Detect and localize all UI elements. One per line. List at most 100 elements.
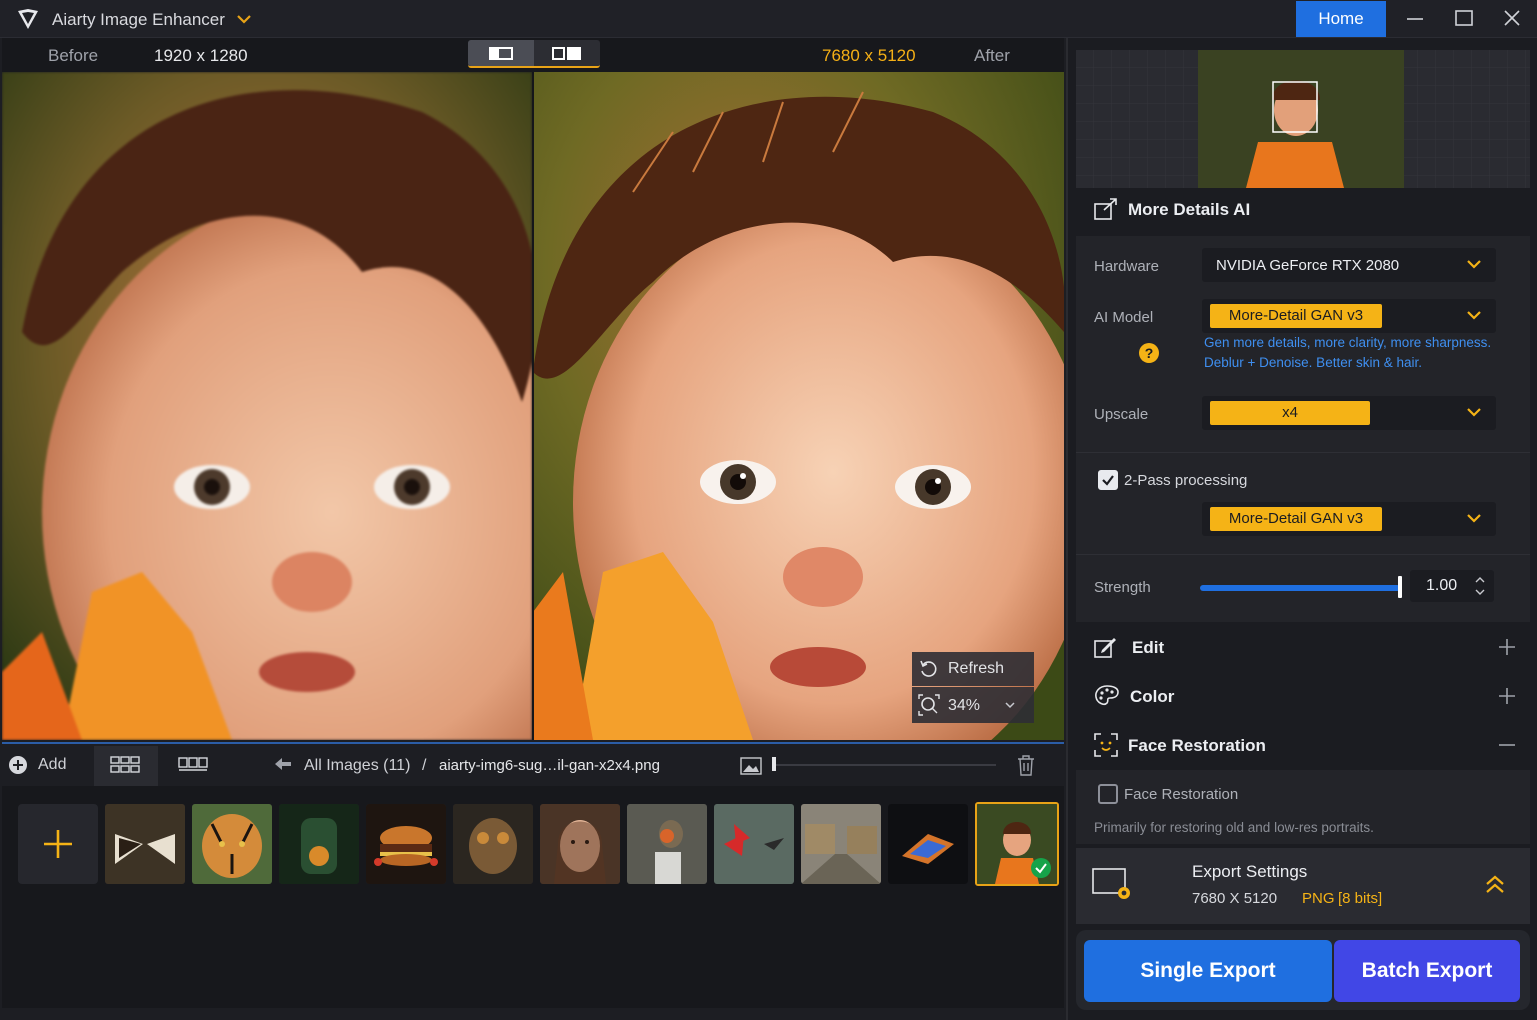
thumbnail-butterfly[interactable]	[105, 804, 185, 884]
after-image	[533, 72, 1064, 740]
thumbnail-tiger[interactable]	[192, 804, 272, 884]
thumbnail-strip	[2, 786, 1064, 1008]
split-view-button[interactable]	[468, 40, 534, 66]
export-resolution: 7680 X 5120	[1192, 890, 1278, 907]
face-restoration-checkbox[interactable]	[1098, 784, 1118, 804]
model-description-1: Gen more details, more clarity, more sha…	[1204, 335, 1492, 350]
chevron-down-icon[interactable]	[1004, 700, 1016, 710]
two-pass-label[interactable]: 2-Pass processing	[1124, 472, 1247, 489]
color-section-header[interactable]: Color	[1076, 673, 1530, 717]
ai-model-value: More-Detail GAN v3	[1210, 304, 1382, 328]
upscale-dropdown[interactable]: x4	[1202, 396, 1496, 430]
zoom-control[interactable]: 34%	[912, 687, 1034, 723]
upscale-label: Upscale	[1094, 406, 1149, 423]
spinner-arrows-icon[interactable]	[1474, 574, 1486, 598]
strength-slider-knob[interactable]	[1398, 576, 1402, 598]
strength-label: Strength	[1094, 579, 1151, 596]
export-settings[interactable]: Export Settings 7680 X 5120 PNG [8 bits]	[1076, 848, 1530, 924]
single-export-button[interactable]: Single Export	[1084, 940, 1332, 1002]
before-image	[2, 72, 532, 740]
thumbnail-size-knob[interactable]	[772, 757, 776, 771]
edit-icon	[1094, 638, 1116, 658]
thumbnail-robin-bird[interactable]	[627, 804, 707, 884]
collapse-minus-icon[interactable]	[1498, 736, 1516, 754]
upscale-value: x4	[1210, 401, 1370, 425]
title-bar: Aiarty Image Enhancer Home	[0, 0, 1537, 38]
strength-value: 1.00	[1426, 577, 1458, 594]
model-description-2: Deblur + Denoise. Better skin & hair.	[1204, 355, 1422, 370]
more-details-icon	[1094, 198, 1117, 220]
two-pass-checkbox[interactable]	[1098, 470, 1118, 490]
add-image-tile[interactable]	[18, 804, 98, 884]
thumbnail-butterfly-dark[interactable]	[888, 804, 968, 884]
hardware-dropdown[interactable]: NVIDIA GeForce RTX 2080	[1202, 248, 1496, 282]
compare-divider[interactable]	[532, 72, 534, 740]
side-by-side-icon	[552, 47, 584, 60]
close-icon[interactable]	[1499, 6, 1525, 32]
strength-input[interactable]: 1.00	[1410, 570, 1494, 602]
back-arrow-icon[interactable]	[274, 757, 292, 771]
edit-title: Edit	[1132, 638, 1165, 657]
help-icon[interactable]: ?	[1138, 342, 1160, 364]
plus-icon	[44, 830, 72, 858]
face-scan-icon	[1094, 733, 1118, 757]
refresh-icon	[920, 660, 937, 677]
face-restoration-title: Face Restoration	[1128, 736, 1266, 755]
two-pass-model-dropdown[interactable]: More-Detail GAN v3	[1202, 502, 1496, 536]
refresh-button[interactable]: Refresh	[912, 652, 1034, 686]
thumbnail-red-flower-hummingbird[interactable]	[714, 804, 794, 884]
more-details-settings: Hardware NVIDIA GeForce RTX 2080 AI Mode…	[1076, 236, 1530, 622]
strip-view-icon[interactable]	[178, 756, 208, 772]
thumbnail-woman-portrait[interactable]	[540, 804, 620, 884]
export-settings-icon	[1092, 868, 1130, 899]
add-icon[interactable]	[8, 755, 28, 775]
minimize-icon[interactable]	[1402, 6, 1428, 32]
thumbnail-village-street[interactable]	[801, 804, 881, 884]
breadcrumb-file: aiarty-img6-sug…il-gan-x2x4.png	[439, 757, 660, 774]
breadcrumb-separator: /	[422, 757, 427, 774]
compare-header: Before 1920 x 1280 7680 x 5120 After	[2, 38, 1064, 72]
expand-plus-icon[interactable]	[1498, 687, 1516, 705]
thumbnail-size-slider[interactable]	[772, 764, 996, 766]
svg-text:?: ?	[1145, 345, 1154, 361]
home-button[interactable]: Home	[1296, 1, 1386, 37]
selected-check-icon	[1031, 858, 1051, 878]
maximize-icon[interactable]	[1451, 6, 1477, 32]
zoom-icon	[918, 694, 940, 716]
trash-icon[interactable]	[1016, 754, 1036, 776]
navigator-preview[interactable]	[1076, 50, 1530, 188]
thumbnail-child-portrait[interactable]	[975, 802, 1059, 886]
app-title: Aiarty Image Enhancer	[52, 10, 225, 29]
refresh-label: Refresh	[948, 660, 1005, 677]
palette-icon	[1095, 685, 1119, 705]
add-button[interactable]: Add	[38, 756, 66, 774]
image-preview[interactable]	[2, 72, 1064, 740]
chevron-down-icon	[1467, 408, 1481, 417]
chevron-down-icon	[1467, 311, 1481, 320]
chevron-down-icon	[1467, 260, 1481, 269]
breadcrumb-all-images[interactable]: All Images (11)	[304, 757, 410, 775]
two-pass-model-value: More-Detail GAN v3	[1210, 507, 1382, 531]
before-label: Before	[48, 46, 99, 65]
ai-model-dropdown[interactable]: More-Detail GAN v3	[1202, 299, 1496, 333]
expand-plus-icon[interactable]	[1498, 638, 1516, 656]
edit-section-header[interactable]: Edit	[1076, 624, 1530, 668]
face-restoration-section-header[interactable]: Face Restoration	[1076, 722, 1530, 766]
export-format: PNG	[1302, 890, 1335, 907]
thumbnail-burger[interactable]	[366, 804, 446, 884]
app-logo-icon	[18, 9, 38, 29]
chevron-down-icon[interactable]	[236, 13, 252, 25]
face-restoration-settings: Face Restoration Primarily for restoring…	[1076, 770, 1530, 844]
view-mode-toggle[interactable]	[468, 40, 600, 68]
strength-slider[interactable]	[1200, 585, 1400, 591]
batch-export-button[interactable]: Batch Export	[1334, 940, 1520, 1002]
double-chevron-up-icon[interactable]	[1484, 874, 1506, 896]
more-details-title: More Details AI	[1128, 200, 1251, 219]
thumbnail-jar-plant[interactable]	[279, 804, 359, 884]
thumbnail-steampunk-dog[interactable]	[453, 804, 533, 884]
grid-view-button[interactable]	[94, 746, 158, 786]
chevron-down-icon	[1467, 514, 1481, 523]
face-restoration-checkbox-label[interactable]: Face Restoration	[1124, 786, 1238, 803]
export-bits: [8 bits]	[1338, 890, 1383, 907]
color-title: Color	[1130, 687, 1175, 706]
